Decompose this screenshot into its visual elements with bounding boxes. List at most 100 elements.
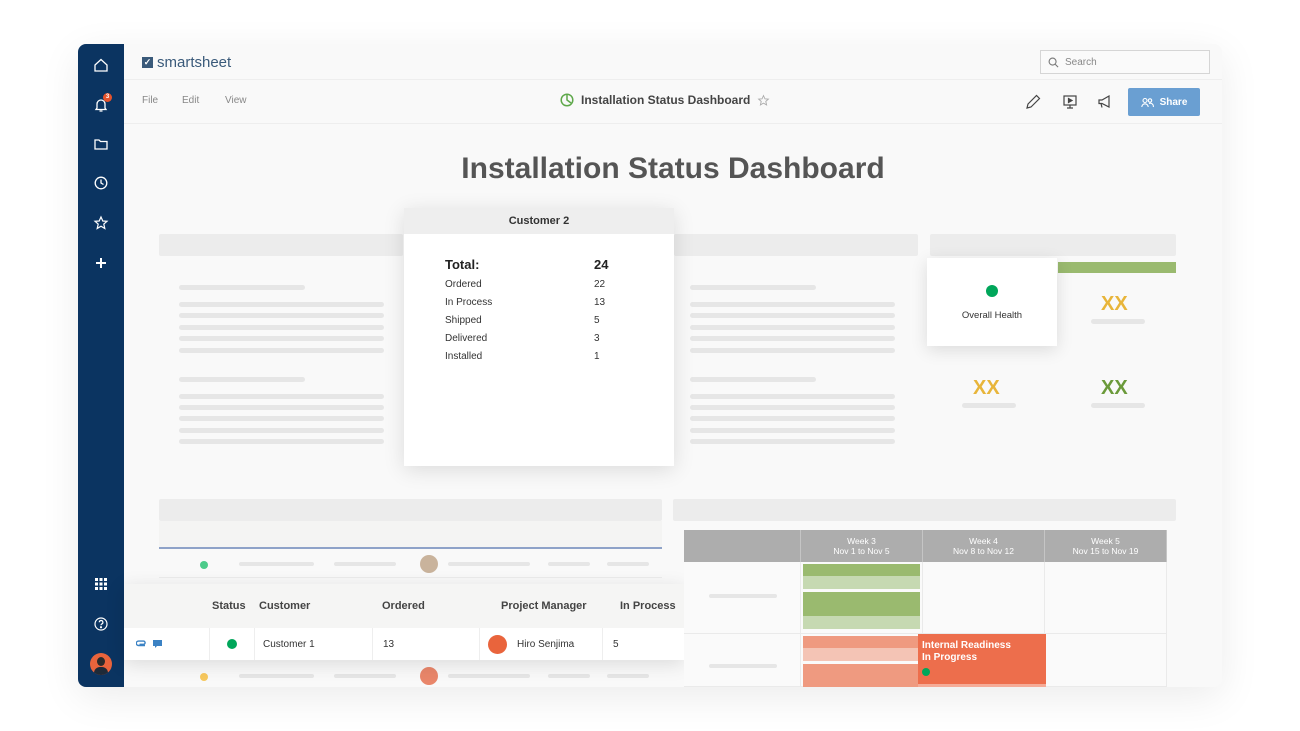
column-header-customer[interactable]: Customer	[259, 600, 310, 612]
text-placeholder	[690, 302, 895, 307]
pm-avatar	[420, 667, 438, 685]
sidebar-browse[interactable]	[78, 126, 124, 162]
share-label: Share	[1159, 96, 1188, 108]
column-header-in-process[interactable]: In Process	[620, 600, 676, 612]
text-placeholder	[690, 313, 895, 318]
text-placeholder	[179, 313, 384, 318]
week-range: Nov 8 to Nov 12	[953, 546, 1014, 556]
health-accent-bar	[1058, 262, 1176, 273]
text-placeholder	[690, 336, 895, 341]
gantt-cell	[1045, 562, 1167, 634]
gantt-bar[interactable]	[803, 636, 920, 648]
logo-check-icon: ✓	[142, 57, 153, 68]
grid-header-row	[159, 521, 662, 549]
gantt-week-header: Week 3 Nov 1 to Nov 5	[801, 530, 923, 562]
stat-value: 5	[594, 315, 600, 326]
in-process-cell[interactable]: 5	[602, 628, 684, 660]
task-status-dot	[922, 668, 930, 676]
sidebar-create[interactable]	[78, 245, 124, 281]
column-header-status[interactable]: Status	[212, 600, 246, 612]
stat-value: 22	[594, 279, 606, 290]
gantt-cell	[801, 562, 923, 634]
widget-header-placeholder	[674, 234, 918, 256]
stat-row: Ordered 22	[445, 279, 618, 290]
gantt-row-label	[684, 634, 801, 687]
gantt-cell	[801, 634, 923, 687]
gantt-bar[interactable]	[803, 564, 920, 576]
left-sidebar: 3	[78, 44, 124, 687]
text-placeholder	[690, 439, 895, 444]
sidebar-apps[interactable]	[78, 566, 124, 602]
gantt-bar[interactable]	[803, 592, 920, 616]
total-label: Total:	[445, 257, 480, 272]
smartsheet-logo[interactable]: ✓ smartsheet	[142, 54, 231, 71]
text-placeholder	[690, 405, 895, 410]
metric-value: XX	[1101, 293, 1128, 315]
column-header-ordered[interactable]: Ordered	[382, 600, 425, 612]
edit-pencil-icon[interactable]	[1024, 93, 1042, 111]
favorite-star-icon[interactable]	[757, 94, 770, 107]
text-placeholder	[179, 439, 384, 444]
text-placeholder	[179, 285, 305, 290]
present-icon[interactable]	[1061, 93, 1079, 111]
gantt-task-card[interactable]: Internal Readiness In Progress 11/08/21	[918, 634, 1046, 687]
text-placeholder	[690, 428, 895, 433]
menu-bar: File Edit View Installation Status Dashb…	[124, 80, 1222, 124]
gantt-week-header: Week 4 Nov 8 to Nov 12	[923, 530, 1045, 562]
share-button[interactable]: Share	[1128, 88, 1200, 116]
text-placeholder	[179, 416, 384, 421]
grid-table-highlight: Status Customer Ordered Project Manager …	[124, 584, 684, 660]
widget-header-placeholder	[930, 234, 1176, 256]
project-manager-cell[interactable]: Hiro Senjima	[479, 628, 602, 660]
gantt-bar[interactable]	[803, 664, 920, 687]
week-name: Week 4	[969, 536, 998, 546]
gantt-widget-header-placeholder	[673, 499, 1176, 521]
text-placeholder	[179, 405, 384, 410]
user-avatar	[90, 653, 112, 675]
gantt-bar[interactable]	[803, 576, 920, 589]
gantt-cell	[923, 562, 1045, 634]
home-icon	[94, 58, 108, 72]
column-header-project-manager[interactable]: Project Manager	[501, 600, 587, 612]
attachment-icon[interactable]	[136, 639, 147, 649]
sidebar-home[interactable]	[78, 47, 124, 83]
pm-avatar	[420, 555, 438, 573]
table-row[interactable]: Customer 1 13 Hiro Senjima 5	[124, 628, 684, 660]
row-actions	[124, 628, 208, 660]
week-name: Week 5	[1091, 536, 1120, 546]
cell-placeholder	[334, 562, 396, 566]
overall-health-card: Overall Health	[927, 258, 1057, 346]
cell-placeholder	[448, 562, 530, 566]
text-placeholder	[690, 394, 895, 399]
stat-label: Installed	[445, 351, 483, 362]
sidebar-recents[interactable]	[78, 165, 124, 201]
menu-file[interactable]: File	[142, 95, 158, 106]
gantt-bar[interactable]	[803, 648, 920, 661]
text-placeholder	[179, 325, 384, 330]
menu-edit[interactable]: Edit	[182, 95, 199, 106]
customer-cell[interactable]: Customer 1	[254, 628, 372, 660]
sidebar-help[interactable]	[78, 606, 124, 642]
ordered-cell[interactable]: 13	[372, 628, 479, 660]
sidebar-profile[interactable]	[78, 646, 124, 682]
customer-card-title: Customer 2	[404, 208, 674, 234]
gantt-bar[interactable]	[803, 616, 920, 629]
sidebar-notifications[interactable]: 3	[78, 87, 124, 123]
gantt-row-label	[684, 562, 801, 634]
text-placeholder	[179, 377, 305, 382]
text-placeholder	[179, 336, 384, 341]
row-label-placeholder	[709, 664, 777, 668]
search-placeholder: Search	[1065, 56, 1097, 68]
sidebar-favorites[interactable]	[78, 205, 124, 241]
menu-view[interactable]: View	[225, 95, 247, 106]
search-input[interactable]: Search	[1040, 50, 1210, 74]
health-status-dot	[986, 285, 998, 297]
cell-placeholder	[239, 674, 314, 678]
comment-icon[interactable]	[152, 639, 163, 649]
gantt-cell	[1045, 634, 1167, 687]
top-bar: ✓ smartsheet Search	[124, 44, 1222, 80]
plus-icon	[96, 258, 106, 268]
cell-placeholder	[548, 674, 590, 678]
week-range: Nov 15 to Nov 19	[1072, 546, 1139, 556]
announcement-megaphone-icon[interactable]	[1096, 93, 1114, 111]
